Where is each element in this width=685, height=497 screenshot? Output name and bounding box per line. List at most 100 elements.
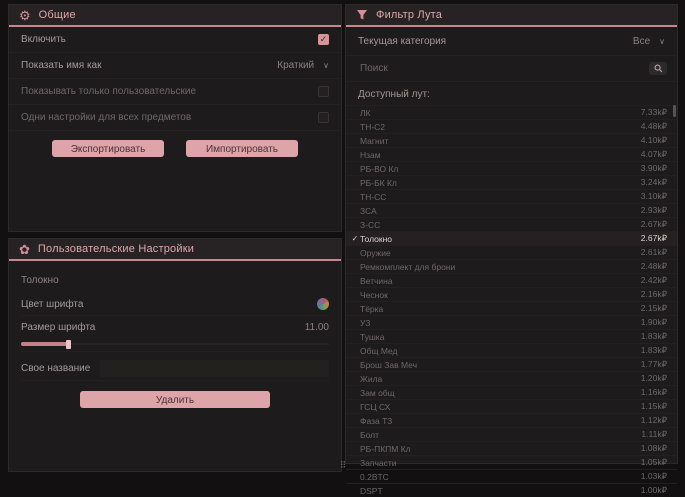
- slider-handle[interactable]: [66, 340, 71, 349]
- custom-name-label: Свое название: [21, 363, 90, 374]
- list-item[interactable]: Тёрка2.15k₽: [346, 301, 677, 315]
- list-item[interactable]: З-СС2.67k₽: [346, 217, 677, 231]
- item-price: 1.77k₽: [641, 359, 667, 370]
- check-icon: ✓: [350, 234, 360, 243]
- list-item[interactable]: РБ-БК Кл3.24k₽: [346, 175, 677, 189]
- custom-only-checkbox[interactable]: [318, 86, 329, 97]
- item-price: 7.33k₽: [641, 107, 667, 118]
- list-item[interactable]: Общ Мед1.83k₽: [346, 343, 677, 357]
- enable-label: Включить: [21, 34, 66, 45]
- item-name: Запчасти: [360, 458, 641, 468]
- scrollbar-thumb[interactable]: [673, 105, 676, 117]
- item-name: Оружие: [360, 248, 641, 258]
- list-item[interactable]: РБ-ВО Кл3.90k₽: [346, 161, 677, 175]
- list-item[interactable]: ✓Толокно2.67k₽: [346, 231, 677, 245]
- category-label: Текущая категория: [358, 36, 446, 47]
- list-item[interactable]: DSPT1.00k₽: [346, 483, 677, 497]
- search-input[interactable]: [358, 62, 641, 75]
- custom-name-input[interactable]: [100, 360, 329, 377]
- list-item[interactable]: Тушка1.83k₽: [346, 329, 677, 343]
- color-wheel-icon[interactable]: [317, 298, 329, 310]
- item-name: Ветчина: [360, 276, 641, 286]
- item-name: Тёрка: [360, 304, 641, 314]
- item-price: 1.08k₽: [641, 443, 667, 454]
- item-price: 2.61k₽: [641, 247, 667, 258]
- item-price: 1.11k₽: [641, 429, 667, 440]
- list-item[interactable]: Болт1.11k₽: [346, 427, 677, 441]
- slider-fill: [21, 342, 67, 346]
- list-item[interactable]: ТН-С24.48k₽: [346, 119, 677, 133]
- search-button[interactable]: [649, 62, 667, 75]
- list-item[interactable]: Фаза ТЗ1.12k₽: [346, 413, 677, 427]
- list-item[interactable]: Запчасти1.05k₽: [346, 455, 677, 469]
- item-name: Зам общ: [360, 388, 641, 398]
- item-price: 1.90k₽: [641, 317, 667, 328]
- same-settings-checkbox[interactable]: [318, 112, 329, 123]
- selected-item-name: Толокно: [21, 275, 329, 286]
- item-name: РБ-БК Кл: [360, 178, 641, 188]
- item-name: Болт: [360, 430, 641, 440]
- import-button[interactable]: Импортировать: [186, 140, 298, 157]
- item-name: Нзам: [360, 150, 641, 160]
- item-price: 4.48k₽: [641, 121, 667, 132]
- export-button[interactable]: Экспортировать: [52, 140, 164, 157]
- item-name: Фаза ТЗ: [360, 416, 641, 426]
- item-name: Жила: [360, 374, 641, 384]
- list-item[interactable]: Чеснок2.16k₽: [346, 287, 677, 301]
- search-icon: [654, 64, 663, 73]
- item-name: З-СС: [360, 220, 641, 230]
- list-item[interactable]: ТН-СС3.10k₽: [346, 189, 677, 203]
- list-item[interactable]: Нзам4.07k₽: [346, 147, 677, 161]
- list-item[interactable]: ЗСА2.93k₽: [346, 203, 677, 217]
- item-price: 1.16k₽: [641, 387, 667, 398]
- item-price: 1.05k₽: [641, 457, 667, 468]
- list-item[interactable]: Брош Зав Меч1.77k₽: [346, 357, 677, 371]
- general-panel-header: ⚙ Общие: [9, 5, 341, 27]
- font-color-label: Цвет шрифта: [21, 299, 83, 310]
- item-price: 1.20k₽: [641, 373, 667, 384]
- list-item[interactable]: Магнит4.10k₽: [346, 133, 677, 147]
- item-name: ТН-С2: [360, 122, 641, 132]
- item-name: 0.2BTC: [360, 472, 641, 482]
- user-settings-panel: ✿ Пользовательские Настройки Толокно Цве…: [8, 238, 342, 472]
- list-item[interactable]: ЛК7.33k₽: [346, 105, 677, 119]
- same-settings-label: Одни настройки для всех предметов: [21, 112, 191, 123]
- item-price: 1.83k₽: [641, 345, 667, 356]
- item-price: 2.42k₽: [641, 275, 667, 286]
- list-item[interactable]: Зам общ1.16k₽: [346, 385, 677, 399]
- list-item[interactable]: РБ-ПКПМ Кл1.08k₽: [346, 441, 677, 455]
- category-value: Все: [633, 36, 650, 47]
- item-name: Ремкомплект для брони: [360, 262, 641, 272]
- item-price: 2.67k₽: [641, 219, 667, 230]
- funnel-icon: [356, 9, 368, 21]
- item-price: 4.07k₽: [641, 149, 667, 160]
- item-name: РБ-ВО Кл: [360, 164, 641, 174]
- category-dropdown[interactable]: Все ∨: [633, 36, 665, 47]
- list-item[interactable]: ГСЦ СХ1.15k₽: [346, 399, 677, 413]
- general-panel: ⚙ Общие Включить ✓ Показать имя как Крат…: [8, 4, 342, 232]
- name-display-dropdown[interactable]: Краткий ∨: [277, 60, 329, 71]
- item-name: Общ Мед: [360, 346, 641, 356]
- list-item[interactable]: 0.2BTC1.03k₽: [346, 469, 677, 483]
- enable-checkbox[interactable]: ✓: [318, 34, 329, 45]
- drag-handle-icon[interactable]: ⠿: [336, 460, 350, 471]
- font-size-slider[interactable]: [21, 339, 329, 349]
- list-item[interactable]: Ремкомплект для брони2.48k₽: [346, 259, 677, 273]
- list-item[interactable]: УЗ1.90k₽: [346, 315, 677, 329]
- item-price: 2.67k₽: [641, 233, 667, 244]
- item-price: 2.48k₽: [641, 261, 667, 272]
- list-item[interactable]: Жила1.20k₽: [346, 371, 677, 385]
- item-price: 1.15k₽: [641, 401, 667, 412]
- name-display-value: Краткий: [277, 60, 314, 71]
- delete-button[interactable]: Удалить: [80, 391, 270, 408]
- item-name: DSPT: [360, 486, 641, 496]
- chevron-down-icon: ∨: [323, 61, 329, 70]
- font-size-label: Размер шрифта: [21, 322, 95, 333]
- item-name: ГСЦ СХ: [360, 402, 641, 412]
- general-panel-title: Общие: [39, 9, 76, 21]
- name-display-label: Показать имя как: [21, 60, 101, 71]
- list-item[interactable]: Ветчина2.42k₽: [346, 273, 677, 287]
- list-item[interactable]: Оружие2.61k₽: [346, 245, 677, 259]
- item-name: Чеснок: [360, 290, 641, 300]
- item-price: 1.12k₽: [641, 415, 667, 426]
